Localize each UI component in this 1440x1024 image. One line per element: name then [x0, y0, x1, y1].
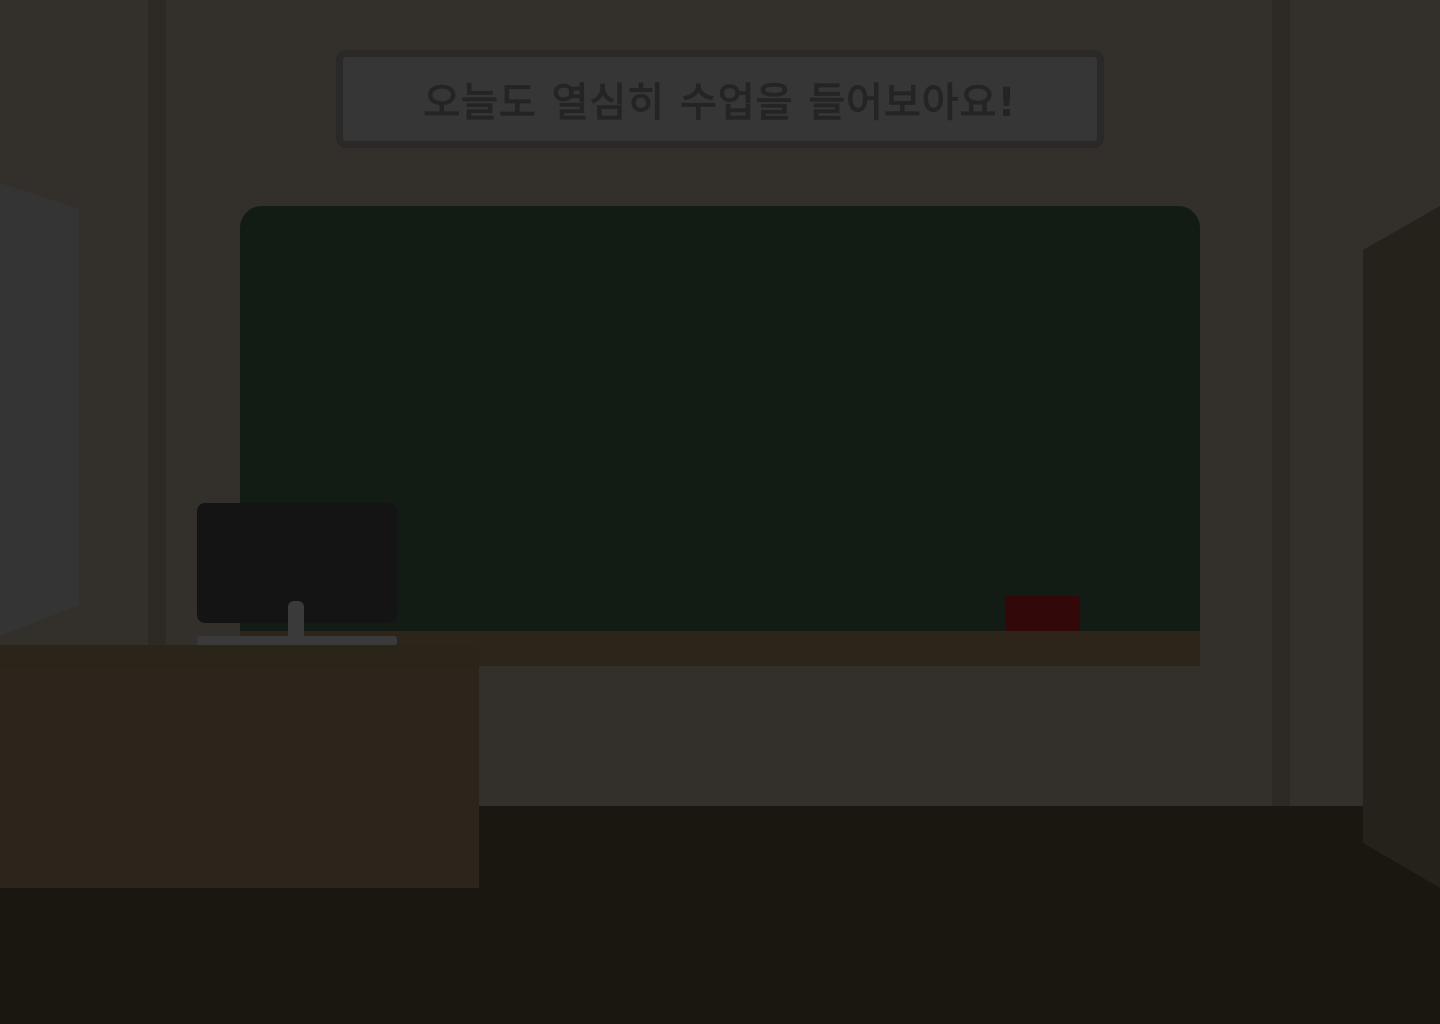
sign-text: 오늘도 열심히 수업을 들어보아요!: [423, 80, 1017, 126]
teacher-desk-front: [0, 668, 479, 888]
classroom-scene: 오늘도 열심히 수업을 들어보아요!: [0, 0, 1440, 1024]
teacher-desk-top: [0, 645, 479, 670]
monitor-stand: [288, 601, 304, 641]
motivation-sign: 오늘도 열심히 수업을 들어보아요!: [336, 50, 1104, 148]
chalkboard-eraser[interactable]: [1005, 596, 1080, 631]
